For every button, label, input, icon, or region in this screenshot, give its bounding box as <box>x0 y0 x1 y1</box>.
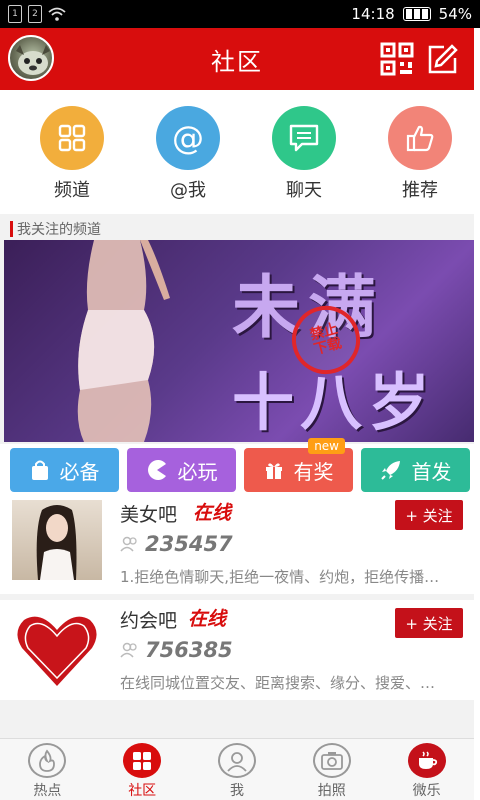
quick-menu: 频道 @ @我 聊天 推荐 <box>0 90 474 214</box>
nav-label: 热点 <box>33 783 62 799</box>
tab-first-release[interactable]: 首发 <box>361 448 470 492</box>
rocket-icon <box>380 461 400 480</box>
person-icon <box>217 743 256 778</box>
channel-description: 在线同城位置交友、距离搜索、缘分、搜爱、… <box>120 674 436 692</box>
tab-label: 有奖 <box>293 459 334 484</box>
menu-channels[interactable]: 频道 <box>18 90 126 214</box>
follow-button[interactable]: + 关注 <box>395 608 463 638</box>
status-time: 14:18 <box>351 5 395 23</box>
nav-label: 微乐 <box>412 783 441 799</box>
sim2-icon: 2 <box>28 5 42 23</box>
menu-label: 频道 <box>54 180 90 201</box>
section-header: 我关注的频道 <box>0 218 474 240</box>
app-header: 社区 <box>0 28 474 90</box>
nav-me[interactable]: 我 <box>190 739 285 800</box>
nav-weile[interactable]: 微乐 <box>379 739 474 800</box>
new-badge: new <box>308 438 345 454</box>
tab-essentials[interactable]: 必备 <box>10 448 119 492</box>
promo-banner[interactable]: 未满 十八岁 禁止 下载 <box>4 240 478 442</box>
thumbs-up-icon <box>388 106 452 170</box>
channel-item[interactable]: 约会吧 在线 756385 在线同城位置交友、距离搜索、缘分、搜爱、… + 关注 <box>0 600 474 700</box>
tab-label: 首发 <box>411 459 452 484</box>
sim1-icon: 1 <box>8 5 22 23</box>
pacman-icon <box>147 460 166 480</box>
tab-rewards[interactable]: 有奖 new <box>244 438 353 492</box>
community-icon <box>123 743 162 778</box>
menu-chat[interactable]: 聊天 <box>250 90 358 214</box>
bottom-nav: 热点 社区 我 拍照 微乐 <box>0 738 474 800</box>
chat-icon <box>272 106 336 170</box>
tab-label: 必玩 <box>177 459 218 484</box>
section-marker <box>10 221 13 237</box>
status-bar: 1 2 14:18 54% <box>0 0 480 28</box>
nav-camera[interactable]: 拍照 <box>284 739 379 800</box>
gift-icon <box>265 463 282 479</box>
follow-button[interactable]: + 关注 <box>395 500 463 530</box>
coffee-icon <box>407 743 446 778</box>
page-title: 社区 <box>211 47 263 76</box>
edit-icon[interactable] <box>426 42 460 76</box>
nav-community[interactable]: 社区 <box>95 739 190 800</box>
channel-thumbnail <box>12 500 102 580</box>
nav-label: 拍照 <box>317 783 346 799</box>
battery-icon <box>402 7 431 21</box>
nav-hot[interactable]: 热点 <box>0 739 95 800</box>
member-count: 756385 <box>145 638 233 662</box>
member-count: 235457 <box>145 532 233 556</box>
menu-label: 聊天 <box>286 180 322 201</box>
category-tabs: 必备 必玩 有奖 new 首发 <box>0 438 474 494</box>
flame-icon <box>28 743 67 778</box>
screen-edge <box>474 28 480 800</box>
members-icon <box>120 536 137 552</box>
at-icon: @ <box>156 106 220 170</box>
channel-thumbnail <box>12 608 102 688</box>
wifi-icon <box>48 7 66 21</box>
online-status: 在线 <box>188 608 227 630</box>
camera-icon <box>312 743 351 778</box>
members-icon <box>120 642 137 658</box>
channel-description: 1.拒绝色情聊天,拒绝一夜情、约炮，拒绝传播… <box>120 568 440 586</box>
channel-item[interactable]: 美女吧 在线 235457 1.拒绝色情聊天,拒绝一夜情、约炮，拒绝传播… + … <box>0 494 474 594</box>
tab-must-play[interactable]: 必玩 <box>127 448 236 492</box>
qr-code-icon[interactable] <box>380 42 414 76</box>
channel-name: 约会吧 <box>120 610 178 632</box>
nav-label: 社区 <box>128 783 157 799</box>
user-avatar[interactable] <box>8 35 54 81</box>
banner-figure-image <box>77 240 170 442</box>
grid-icon <box>40 106 104 170</box>
battery-level: 54% <box>438 5 472 23</box>
menu-recommend[interactable]: 推荐 <box>366 90 474 214</box>
online-status: 在线 <box>193 502 232 524</box>
section-title: 我关注的频道 <box>17 222 101 238</box>
tab-label: 必备 <box>59 459 100 484</box>
menu-mentions[interactable]: @ @我 <box>134 90 242 214</box>
nav-label: 我 <box>229 783 244 799</box>
menu-label: @我 <box>170 180 206 201</box>
menu-label: 推荐 <box>402 180 438 201</box>
channel-name: 美女吧 <box>120 504 178 526</box>
bag-icon <box>31 460 48 480</box>
